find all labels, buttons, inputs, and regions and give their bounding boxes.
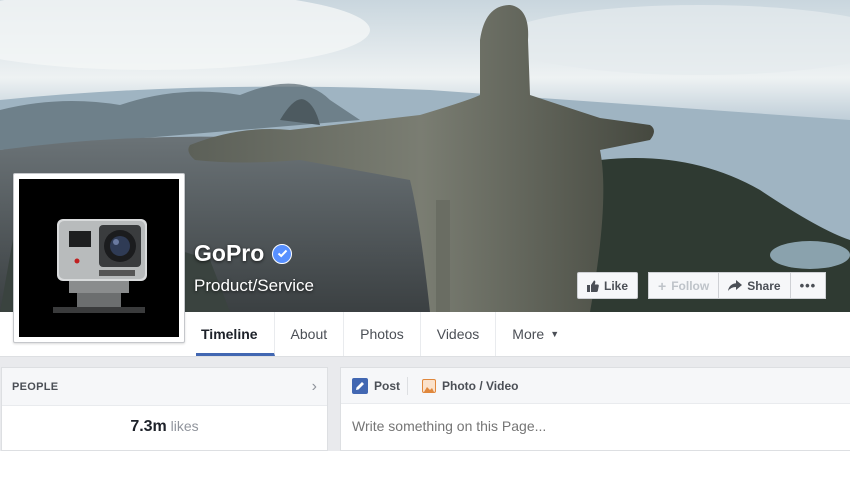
- people-card-header[interactable]: PEOPLE ›: [2, 368, 327, 406]
- post-composer: Post Photo / Video: [340, 367, 850, 451]
- tab-about[interactable]: About: [275, 312, 345, 356]
- tab-more[interactable]: More ▼: [496, 312, 575, 356]
- share-arrow-icon: [728, 280, 743, 291]
- ellipsis-icon: •••: [799, 278, 817, 293]
- thumbs-up-icon: [587, 280, 599, 292]
- profile-picture[interactable]: [13, 173, 185, 343]
- composer-tab-photo-video[interactable]: Photo / Video: [422, 378, 519, 393]
- nav-tabs: Timeline About Photos Videos More ▼: [196, 312, 575, 356]
- follow-label: Follow: [671, 278, 710, 293]
- divider: [407, 376, 409, 395]
- share-button[interactable]: Share: [719, 272, 791, 299]
- likes-summary[interactable]: 7.3m likes: [2, 406, 327, 436]
- composer-input[interactable]: [341, 404, 850, 448]
- photo-icon: [422, 378, 437, 393]
- composer-tabs: Post Photo / Video: [341, 368, 850, 404]
- page-category[interactable]: Product/Service: [194, 276, 314, 296]
- post-label: Post: [374, 378, 401, 393]
- tab-label: More: [512, 326, 545, 342]
- likes-count: 7.3m: [130, 418, 167, 435]
- tab-label: Photos: [360, 326, 404, 342]
- secondary-actions: + Follow Share •••: [648, 272, 827, 299]
- cover-action-buttons: Like + Follow Share •••: [577, 272, 827, 299]
- verified-badge-icon: [272, 243, 293, 264]
- like-label: Like: [604, 278, 629, 293]
- composer-tab-post[interactable]: Post: [352, 377, 401, 394]
- people-title: PEOPLE: [12, 380, 59, 393]
- chevron-right-icon: ›: [311, 377, 317, 395]
- people-card: PEOPLE › 7.3m likes: [1, 367, 328, 451]
- caret-down-icon: ▼: [550, 329, 560, 339]
- tab-timeline[interactable]: Timeline: [196, 312, 275, 356]
- tab-label: About: [290, 326, 328, 342]
- gopro-camera-image: [19, 179, 179, 337]
- page-name-container: GoPro: [194, 240, 293, 267]
- like-button[interactable]: Like: [577, 272, 639, 299]
- tab-label: Videos: [436, 326, 480, 342]
- photo-video-label: Photo / Video: [442, 378, 519, 393]
- likes-label: likes: [170, 418, 199, 434]
- plus-icon: +: [658, 277, 667, 294]
- pencil-icon: [352, 377, 368, 394]
- share-label: Share: [747, 278, 781, 293]
- tab-photos[interactable]: Photos: [344, 312, 421, 356]
- page-name[interactable]: GoPro: [194, 240, 264, 267]
- tab-videos[interactable]: Videos: [421, 312, 497, 356]
- follow-button[interactable]: + Follow: [648, 272, 720, 299]
- page-bottom-area: [0, 451, 850, 481]
- tab-label: Timeline: [201, 326, 258, 342]
- more-options-button[interactable]: •••: [790, 272, 827, 299]
